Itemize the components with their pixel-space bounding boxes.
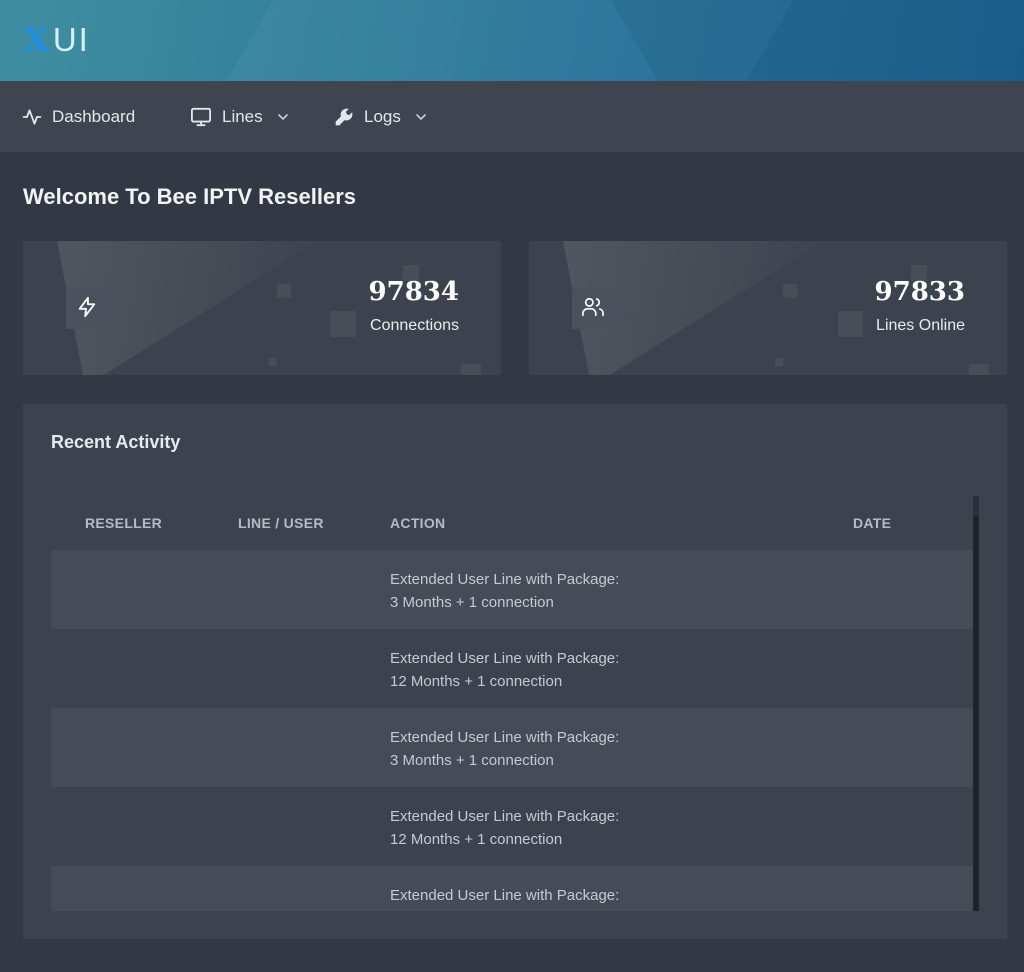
recent-activity-panel: Recent Activity RESELLER LINE / USER ACT… (23, 404, 1007, 939)
app-logo[interactable]: X UI (24, 21, 90, 59)
table-row: Extended User Line with Package: 12 Mont… (51, 629, 973, 708)
nav-logs-label: Logs (364, 106, 401, 126)
card-decoration (461, 364, 481, 375)
nav-dashboard-label: Dashboard (52, 106, 136, 126)
card-decoration (783, 284, 797, 298)
action-package: 12 Months + 1 connection (390, 673, 563, 690)
action-cell: Extended User Line with Package: 3 Month… (390, 568, 619, 614)
table-header: RESELLER LINE / USER ACTION DATE (51, 496, 973, 550)
action-text: Extended User Line with Package: (390, 650, 620, 667)
stat-label: Lines Online (876, 317, 965, 334)
chevron-down-icon (277, 111, 289, 123)
column-header-date[interactable]: DATE (853, 515, 891, 531)
nav-logs[interactable]: Logs (334, 81, 427, 152)
page-title: Welcome To Bee IPTV Resellers (23, 184, 356, 209)
action-text: Extended User Line with Package: (390, 808, 620, 825)
action-package: 3 Months + 1 connection (390, 594, 554, 611)
stat-icon-box (572, 289, 614, 329)
table-row: Extended User Line with Package: (51, 866, 973, 911)
top-header: X UI (0, 0, 1024, 81)
column-header-action[interactable]: ACTION (390, 515, 445, 531)
action-cell: Extended User Line with Package: 12 Mont… (390, 805, 619, 851)
table-row: Extended User Line with Package: 3 Month… (51, 550, 973, 629)
monitor-icon (190, 107, 212, 127)
stat-icon-box (66, 289, 108, 329)
lightning-icon (76, 296, 98, 323)
active-nav-indicator (86, 141, 108, 152)
action-text: Extended User Line with Package: (390, 729, 620, 746)
logo-x: X (24, 21, 51, 59)
action-text: Extended User Line with Package: (390, 887, 620, 904)
action-cell: Extended User Line with Package: 3 Month… (390, 726, 619, 772)
stat-value: 97833 (874, 277, 965, 307)
chevron-down-icon (415, 111, 427, 123)
table-row: Extended User Line with Package: 3 Month… (51, 708, 973, 787)
action-package: 3 Months + 1 connection (390, 752, 554, 769)
stat-value: 97834 (368, 277, 459, 307)
column-header-reseller[interactable]: RESELLER (85, 515, 162, 531)
table-row: Extended User Line with Package: 12 Mont… (51, 787, 973, 866)
stat-card-lines-online: 97833 Lines Online (529, 241, 1007, 375)
header-decoration (588, 0, 1024, 81)
nav-dashboard[interactable]: Dashboard (22, 81, 135, 152)
nav-lines[interactable]: Lines (190, 81, 289, 152)
recent-activity-title: Recent Activity (51, 432, 181, 452)
card-decoration (277, 284, 291, 298)
logo-ui: UI (52, 21, 90, 58)
wrench-icon (334, 107, 354, 127)
card-decoration (331, 311, 356, 337)
nav-lines-label: Lines (222, 106, 263, 126)
card-decoration (775, 358, 783, 366)
action-package: 12 Months + 1 connection (390, 831, 563, 848)
scrollbar-thumb[interactable] (973, 516, 979, 911)
action-cell: Extended User Line with Package: 12 Mont… (390, 647, 619, 693)
main-nav: Dashboard Lines Logs (0, 81, 1024, 152)
action-cell: Extended User Line with Package: (390, 884, 619, 907)
users-icon (581, 296, 605, 323)
activity-table[interactable]: RESELLER LINE / USER ACTION DATE Extende… (51, 496, 973, 911)
column-header-line-user[interactable]: LINE / USER (238, 515, 324, 531)
stat-card-connections: 97834 Connections (23, 241, 501, 375)
activity-icon (22, 107, 42, 127)
card-decoration (269, 358, 277, 366)
stat-label: Connections (370, 317, 459, 334)
card-decoration (969, 364, 989, 375)
action-text: Extended User Line with Package: (390, 571, 620, 588)
card-decoration (838, 311, 863, 337)
